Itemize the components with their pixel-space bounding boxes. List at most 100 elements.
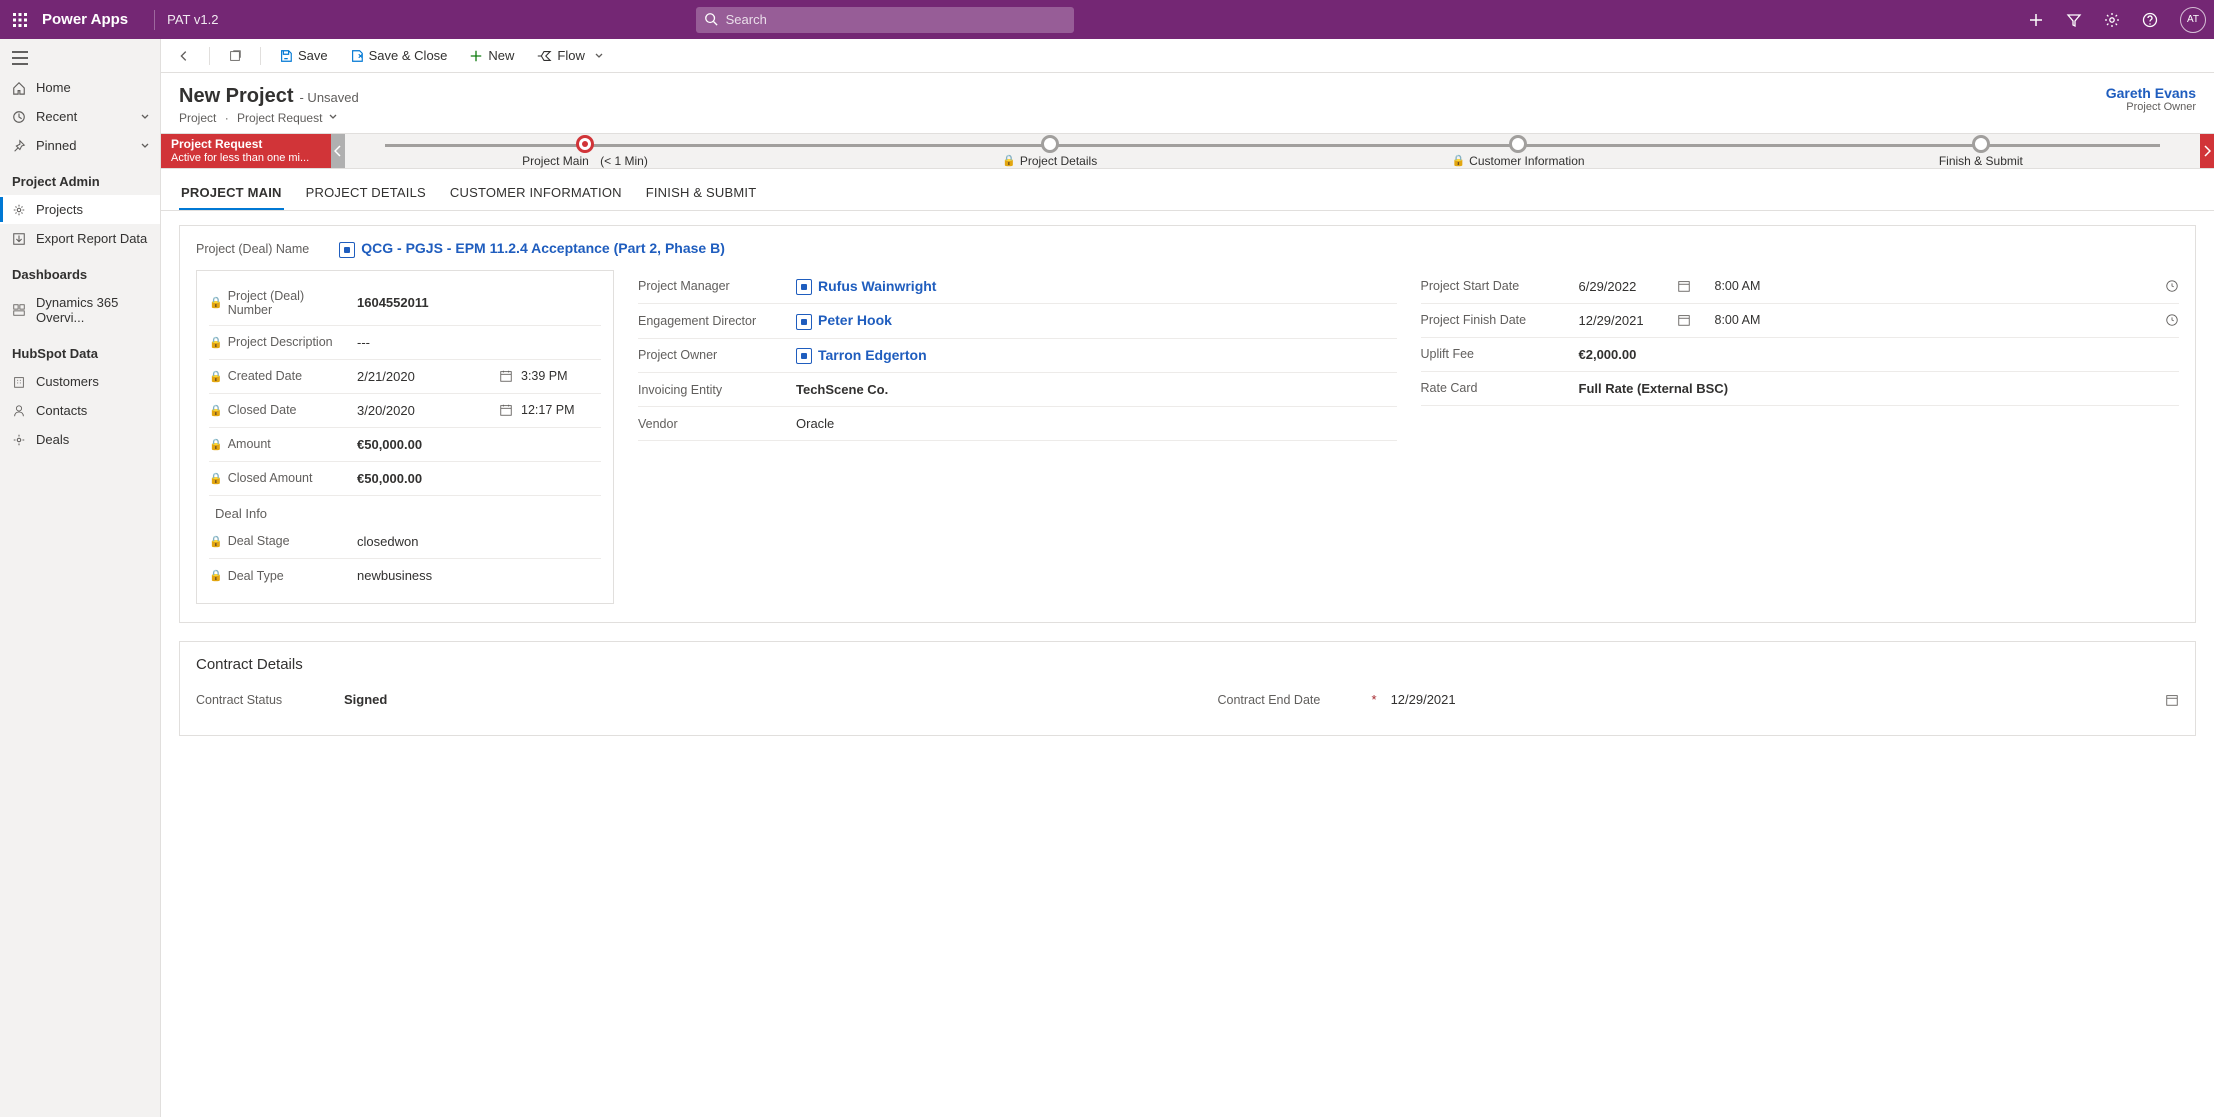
lock-icon: 🔒 bbox=[1002, 154, 1016, 167]
save-button[interactable]: Save bbox=[271, 44, 336, 67]
desc-value[interactable]: --- bbox=[357, 335, 601, 350]
bpf-stage-3[interactable]: 🔒Customer Information bbox=[1451, 135, 1584, 168]
nav-projects[interactable]: Projects bbox=[0, 195, 160, 224]
stage-1-time: (< 1 Min) bbox=[600, 154, 648, 168]
deal-number-value[interactable]: 1604552011 bbox=[357, 295, 601, 310]
closed-date[interactable]: 3/20/2020 bbox=[357, 403, 491, 418]
amount-value[interactable]: €50,000.00 bbox=[357, 437, 601, 452]
nav-customers-label: Customers bbox=[36, 374, 99, 389]
vendor-value[interactable]: Oracle bbox=[796, 416, 1397, 431]
crumb-1[interactable]: Project bbox=[179, 111, 216, 125]
inv-label: Invoicing Entity bbox=[638, 383, 788, 397]
deal-name-value[interactable]: QCG - PGJS - EPM 11.2.4 Acceptance (Part… bbox=[339, 240, 725, 258]
nav-section-dash: Dashboards bbox=[0, 253, 160, 288]
app-launcher-icon[interactable] bbox=[8, 8, 32, 32]
rate-value[interactable]: Full Rate (External BSC) bbox=[1579, 381, 2180, 396]
bpf-stage-1[interactable]: Project Main (< 1 Min) bbox=[522, 135, 648, 168]
help-icon[interactable] bbox=[2142, 12, 2158, 28]
new-button[interactable]: New bbox=[461, 44, 522, 67]
finish-time[interactable]: 8:00 AM bbox=[1715, 313, 2158, 327]
created-time[interactable]: 3:39 PM bbox=[521, 369, 601, 383]
flow-button[interactable]: Flow bbox=[528, 44, 611, 67]
back-button[interactable] bbox=[169, 45, 199, 67]
po-label: Project Owner bbox=[638, 348, 788, 362]
deal-stage-value[interactable]: closedwon bbox=[357, 534, 601, 549]
entity-icon bbox=[796, 314, 812, 330]
crumb-2[interactable]: Project Request bbox=[237, 111, 322, 125]
add-icon[interactable] bbox=[2028, 12, 2044, 28]
bpf-flag-sub: Active for less than one mi... bbox=[171, 152, 321, 166]
stage-dot bbox=[1509, 135, 1527, 153]
bpf-stage-4[interactable]: Finish & Submit bbox=[1939, 135, 2023, 168]
chevron-down-icon bbox=[140, 112, 150, 122]
topbar: Power Apps PAT v1.2 AT bbox=[0, 0, 2214, 39]
closed-amount-value[interactable]: €50,000.00 bbox=[357, 471, 601, 486]
owner-name[interactable]: Gareth Evans bbox=[2106, 85, 2196, 101]
clock-icon[interactable] bbox=[2165, 313, 2179, 327]
hamburger-icon[interactable] bbox=[0, 43, 160, 73]
uplift-value[interactable]: €2,000.00 bbox=[1579, 347, 2180, 362]
bpf-flag-title: Project Request bbox=[171, 137, 321, 152]
ed-value[interactable]: Peter Hook bbox=[796, 312, 1397, 330]
nav-deals-label: Deals bbox=[36, 432, 69, 447]
brand: Power Apps bbox=[42, 11, 128, 28]
divider bbox=[209, 47, 210, 65]
start-date[interactable]: 6/29/2022 bbox=[1579, 279, 1669, 294]
created-date[interactable]: 2/21/2020 bbox=[357, 369, 491, 384]
nav-home[interactable]: Home bbox=[0, 73, 160, 102]
content: Project (Deal) Name QCG - PGJS - EPM 11.… bbox=[161, 211, 2214, 1117]
row-contract-end: Contract End Date * 12/29/2021 bbox=[1218, 683, 2180, 717]
breadcrumb: Project · Project Request bbox=[179, 111, 359, 125]
three-col: 🔒Project (Deal) Number 1604552011 🔒Proje… bbox=[196, 270, 2179, 604]
avatar[interactable]: AT bbox=[2180, 7, 2206, 33]
row-created: 🔒Created Date 2/21/2020 3:39 PM bbox=[209, 360, 601, 394]
closed-time[interactable]: 12:17 PM bbox=[521, 403, 601, 417]
lock-icon: 🔒 bbox=[209, 472, 223, 485]
stage-4-label: Finish & Submit bbox=[1939, 154, 2023, 168]
tab-finish-submit[interactable]: FINISH & SUBMIT bbox=[644, 179, 759, 210]
pm-value[interactable]: Rufus Wainwright bbox=[796, 278, 1397, 296]
start-time[interactable]: 8:00 AM bbox=[1715, 279, 2158, 293]
nav-contacts[interactable]: Contacts bbox=[0, 396, 160, 425]
calendar-icon[interactable] bbox=[1677, 279, 1691, 293]
flow-icon bbox=[536, 49, 552, 63]
calendar-icon[interactable] bbox=[499, 403, 513, 417]
lock-icon: 🔒 bbox=[209, 535, 223, 548]
nav-dyn365[interactable]: Dynamics 365 Overvi... bbox=[0, 288, 160, 332]
filter-icon[interactable] bbox=[2066, 12, 2082, 28]
calendar-icon[interactable] bbox=[2165, 693, 2179, 707]
row-pm: Project Manager Rufus Wainwright bbox=[638, 270, 1397, 305]
calendar-icon[interactable] bbox=[499, 369, 513, 383]
tab-project-main[interactable]: PROJECT MAIN bbox=[179, 179, 284, 210]
nav-customers[interactable]: Customers bbox=[0, 367, 160, 396]
bpf-active-flag[interactable]: Project Request Active for less than one… bbox=[161, 134, 331, 168]
nav-deals[interactable]: Deals bbox=[0, 425, 160, 454]
clock-icon[interactable] bbox=[2165, 279, 2179, 293]
contract-status-value[interactable]: Signed bbox=[344, 692, 1158, 707]
lock-icon: 🔒 bbox=[209, 296, 223, 309]
finish-date[interactable]: 12/29/2021 bbox=[1579, 313, 1669, 328]
tab-project-details[interactable]: PROJECT DETAILS bbox=[304, 179, 428, 210]
nav-recent[interactable]: Recent bbox=[0, 102, 160, 131]
popout-button[interactable] bbox=[220, 45, 250, 67]
search-input[interactable] bbox=[696, 7, 1074, 33]
contract-panel: Contract Details Contract Status Signed … bbox=[179, 641, 2196, 736]
contract-end-value[interactable]: 12/29/2021 bbox=[1391, 692, 2157, 707]
save-close-button[interactable]: Save & Close bbox=[342, 44, 456, 67]
deal-info-head: Deal Info bbox=[209, 496, 601, 525]
gear-icon[interactable] bbox=[2104, 12, 2120, 28]
bpf-prev-arrow[interactable] bbox=[331, 134, 345, 168]
bpf-next-arrow[interactable] bbox=[2200, 134, 2214, 168]
deal-type-label: Deal Type bbox=[228, 569, 284, 583]
nav-pinned-label: Pinned bbox=[36, 138, 76, 153]
po-value[interactable]: Tarron Edgerton bbox=[796, 347, 1397, 365]
pm-label: Project Manager bbox=[638, 279, 788, 293]
deal-box: 🔒Project (Deal) Number 1604552011 🔒Proje… bbox=[196, 270, 614, 604]
tab-customer-info[interactable]: CUSTOMER INFORMATION bbox=[448, 179, 624, 210]
bpf-stage-2[interactable]: 🔒Project Details bbox=[1002, 135, 1097, 168]
inv-value[interactable]: TechScene Co. bbox=[796, 382, 1397, 397]
nav-export[interactable]: Export Report Data bbox=[0, 224, 160, 253]
nav-pinned[interactable]: Pinned bbox=[0, 131, 160, 160]
calendar-icon[interactable] bbox=[1677, 313, 1691, 327]
deal-type-value[interactable]: newbusiness bbox=[357, 568, 601, 583]
